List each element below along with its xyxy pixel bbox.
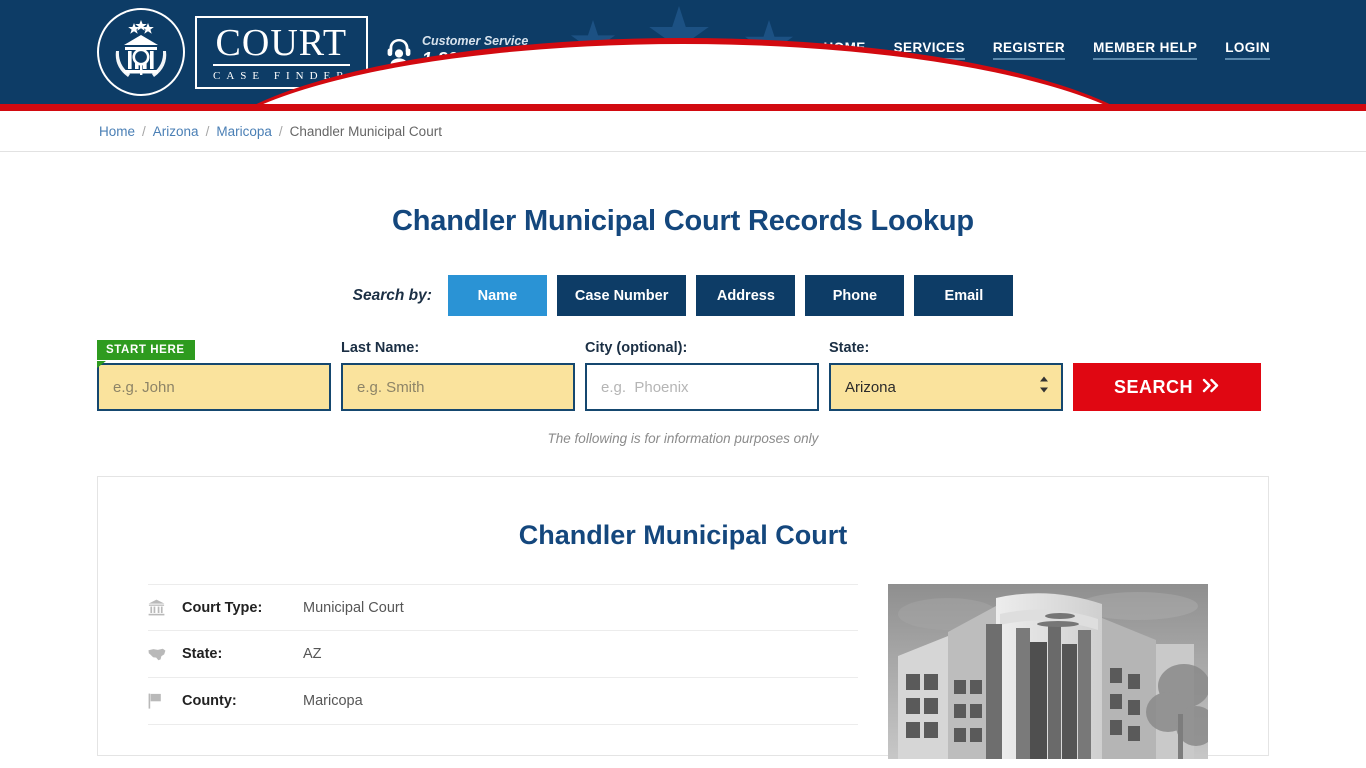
tab-name[interactable]: Name (448, 275, 547, 316)
detail-label-county: County: (182, 693, 303, 709)
main-content: Chandler Municipal Court Records Lookup … (0, 205, 1366, 756)
search-by-label: Search by: (353, 287, 432, 305)
detail-value-court-type: Municipal Court (303, 600, 404, 616)
nav-register[interactable]: REGISTER (993, 40, 1065, 60)
double-chevron-right-icon (1202, 377, 1220, 398)
flag-icon (148, 693, 182, 709)
bank-icon (148, 599, 182, 616)
detail-value-state: AZ (303, 646, 322, 662)
detail-label-court-type: Court Type: (182, 600, 303, 616)
breadcrumb-separator: / (206, 124, 210, 139)
breadcrumb-item-maricopa[interactable]: Maricopa (216, 124, 272, 139)
city-input[interactable] (585, 363, 819, 411)
breadcrumb: Home / Arizona / Maricopa / Chandler Mun… (0, 111, 1366, 152)
table-row: Court Type: Municipal Court (148, 584, 858, 631)
logo-primary-text: COURT (213, 24, 350, 66)
start-here-badge-tail (97, 361, 106, 368)
red-stripe (0, 104, 1366, 111)
start-here-badge: START HERE (97, 340, 195, 360)
detail-label-state: State: (182, 646, 303, 662)
detail-value-county: Maricopa (303, 693, 363, 709)
tab-case-number[interactable]: Case Number (557, 275, 686, 316)
nav-login[interactable]: LOGIN (1225, 40, 1270, 60)
nav-member-help[interactable]: MEMBER HELP (1093, 40, 1197, 60)
court-details-table: Court Type: Municipal Court State: AZ (148, 584, 858, 759)
page-title: Chandler Municipal Court Records Lookup (0, 205, 1366, 238)
city-field-group: City (optional): (585, 340, 819, 411)
us-map-icon (148, 648, 182, 661)
last-name-input[interactable] (341, 363, 575, 411)
courthouse-seal-icon (97, 8, 185, 96)
site-header: COURT CASE FINDER Customer Service 1-800… (0, 0, 1366, 104)
tab-email[interactable]: Email (914, 275, 1013, 316)
state-select[interactable]: Arizona (829, 363, 1063, 411)
disclaimer-text: The following is for information purpose… (0, 431, 1366, 446)
last-name-field-group: Last Name: (341, 340, 575, 411)
search-form: START HERE First Name: Last Name: City (… (0, 340, 1366, 411)
search-by-tabs: Search by: Name Case Number Address Phon… (0, 275, 1366, 316)
search-button[interactable]: SEARCH (1073, 363, 1261, 411)
first-name-input[interactable] (97, 363, 331, 411)
search-button-label: SEARCH (1114, 377, 1193, 398)
breadcrumb-item-arizona[interactable]: Arizona (153, 124, 199, 139)
table-row: County: Maricopa (148, 678, 858, 725)
tab-phone[interactable]: Phone (805, 275, 904, 316)
court-details-card: Chandler Municipal Court (97, 476, 1269, 756)
breadcrumb-separator: / (142, 124, 146, 139)
breadcrumb-item-current: Chandler Municipal Court (290, 124, 442, 139)
courthouse-photo (888, 584, 1208, 759)
city-label: City (optional): (585, 340, 819, 356)
state-field-group: State: Arizona (829, 340, 1063, 411)
state-label: State: (829, 340, 1063, 356)
tab-address[interactable]: Address (696, 275, 795, 316)
last-name-label: Last Name: (341, 340, 575, 356)
table-row: State: AZ (148, 631, 858, 678)
breadcrumb-item-home[interactable]: Home (99, 124, 135, 139)
breadcrumb-separator: / (279, 124, 283, 139)
court-name-title: Chandler Municipal Court (148, 477, 1218, 551)
